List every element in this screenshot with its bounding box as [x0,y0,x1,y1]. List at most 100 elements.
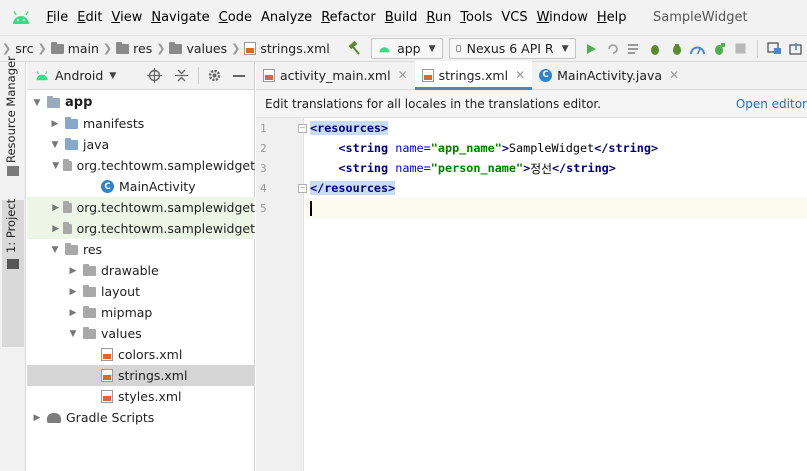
resource-manager-icon [7,166,19,176]
tree-item[interactable]: ▼ app [27,92,255,113]
folder-icon [65,137,78,150]
locate-target-icon[interactable] [147,68,162,86]
chevron-down-icon[interactable]: ▼ [109,71,116,81]
header-divider [198,67,199,84]
project-tab[interactable]: 1: Project [4,199,18,253]
hide-panel-icon[interactable] [233,75,245,77]
project-structure-icon[interactable] [764,38,785,60]
expanded-arrow-icon[interactable]: ▼ [67,329,79,339]
editor-tab[interactable]: strings.xml ✕ [414,61,533,90]
run-configuration-select[interactable]: app ▼ [371,38,443,59]
tree-item-label: java [83,137,110,152]
line-number-gutter: 1 2 3 4 5 − − [256,118,307,471]
android-studio-logo-icon [0,0,42,36]
tree-item-label: colors.xml [118,347,183,362]
close-icon[interactable]: ✕ [669,68,679,82]
apply-changes-icon[interactable] [602,38,623,60]
menu-analyze[interactable]: Analyze [256,10,316,25]
menu-label: VCS [501,10,528,25]
run-configuration-label: app [397,41,421,56]
tree-item[interactable]: ▶ manifests [27,113,255,134]
open-editor-link[interactable]: Open editor [736,97,807,111]
device-select[interactable]: Nexus 6 API R ▼ [448,38,576,59]
expanded-arrow-icon[interactable]: ▼ [52,161,60,171]
menu-run[interactable]: Run [422,10,456,25]
menu-window[interactable]: Window [532,10,592,25]
menu-refactor[interactable]: Refactor [317,10,381,25]
tree-item[interactable]: strings.xml [27,365,255,386]
close-icon[interactable]: ✕ [398,68,408,82]
profile-icon[interactable] [666,38,687,60]
close-icon[interactable]: ✕ [515,68,525,82]
tree-item[interactable]: ▶ org.techtowm.samplewidget [27,218,255,239]
collapsed-arrow-icon[interactable]: ▶ [67,308,79,318]
menu-navigate[interactable]: Navigate [147,10,214,25]
collapsed-arrow-icon[interactable]: ▶ [52,224,60,234]
menu-tools[interactable]: Tools [456,10,497,25]
tree-item[interactable]: ▶ org.techtowm.samplewidget [27,197,255,218]
menu-code[interactable]: Code [214,10,256,25]
menu-mnemonic: H [596,10,607,25]
tree-item[interactable]: ▶ layout [27,281,255,302]
collapse-all-icon[interactable] [175,68,188,86]
menu-label: elp [606,10,627,25]
code-line-5 [305,198,807,218]
android-view-icon [36,70,48,80]
tree-item[interactable]: colors.xml [27,344,255,365]
tree-item[interactable]: ▶ mipmap [27,302,255,323]
editor-tab[interactable]: activity_main.xml ✕ [256,61,415,89]
resources-close-tag: </resources> [310,181,396,195]
breadcrumb-src[interactable]: src [15,41,33,56]
collapsed-arrow-icon[interactable]: ▶ [31,413,43,423]
profiler-gauge-icon[interactable] [687,38,708,60]
menu-edit[interactable]: Edit [73,10,107,25]
menu-view[interactable]: View [107,10,147,25]
breadcrumb-main[interactable]: main [68,41,99,56]
menu-help[interactable]: Help [592,10,631,25]
string-end-tag: </string> [551,161,616,175]
editor-tab[interactable]: C MainActivity.java ✕ [532,61,686,89]
attach-debugger-icon[interactable] [709,38,730,60]
stop-icon[interactable] [730,38,751,60]
run-icon[interactable] [581,38,602,60]
tree-item[interactable]: ▶ drawable [27,260,255,281]
tree-item[interactable]: ▼ values [27,323,255,344]
breadcrumb-res[interactable]: res [133,41,152,56]
collapsed-arrow-icon[interactable]: ▶ [67,287,79,297]
apply-code-changes-icon[interactable] [623,38,644,60]
make-project-hammer-icon[interactable] [344,38,365,60]
gear-icon[interactable] [207,68,222,86]
debug-bug-icon[interactable] [645,38,666,60]
menu-mnemonic: E [77,10,86,25]
tree-item[interactable]: ▶ Gradle Scripts [27,407,255,428]
breadcrumb-strings-xml[interactable]: strings.xml [260,41,329,56]
menu-label: ools [466,10,493,25]
folder-icon [50,41,64,54]
menu-label: avigate [161,10,210,25]
view-mode-label[interactable]: Android [55,68,103,83]
expanded-arrow-icon[interactable]: ▼ [31,98,43,108]
expanded-arrow-icon[interactable]: ▼ [49,140,61,150]
string-value: 정선 [530,161,552,176]
resource-manager-tab[interactable]: Resource Manager [4,56,18,163]
tree-item[interactable]: ▼ org.techtowm.samplewidget [27,155,255,176]
collapsed-arrow-icon[interactable]: ▶ [49,119,61,129]
menu-mnemonic: W [536,10,550,25]
collapsed-arrow-icon[interactable]: ▶ [67,266,79,276]
tree-item[interactable]: ▼ res [27,239,255,260]
menu-build[interactable]: Build [380,10,422,25]
menu-file[interactable]: File [42,10,73,25]
menu-label: un [434,10,452,25]
collapsed-arrow-icon[interactable]: ▶ [52,203,60,213]
sdk-manager-icon[interactable] [786,38,807,60]
attr-name: name [395,161,424,175]
tree-item[interactable]: styles.xml [27,386,255,407]
code-editor[interactable]: 1 2 3 4 5 − − <resources> <string name = "… [256,118,807,471]
expanded-arrow-icon[interactable]: ▼ [49,245,61,255]
breadcrumb-values[interactable]: values [186,41,227,56]
java-class-icon: C [539,68,553,82]
tree-item[interactable]: ▼ java [27,134,255,155]
menu-vcs[interactable]: VCS [497,10,532,25]
tree-item[interactable]: C MainActivity [27,176,255,197]
menu-mnemonic: N [151,10,162,25]
